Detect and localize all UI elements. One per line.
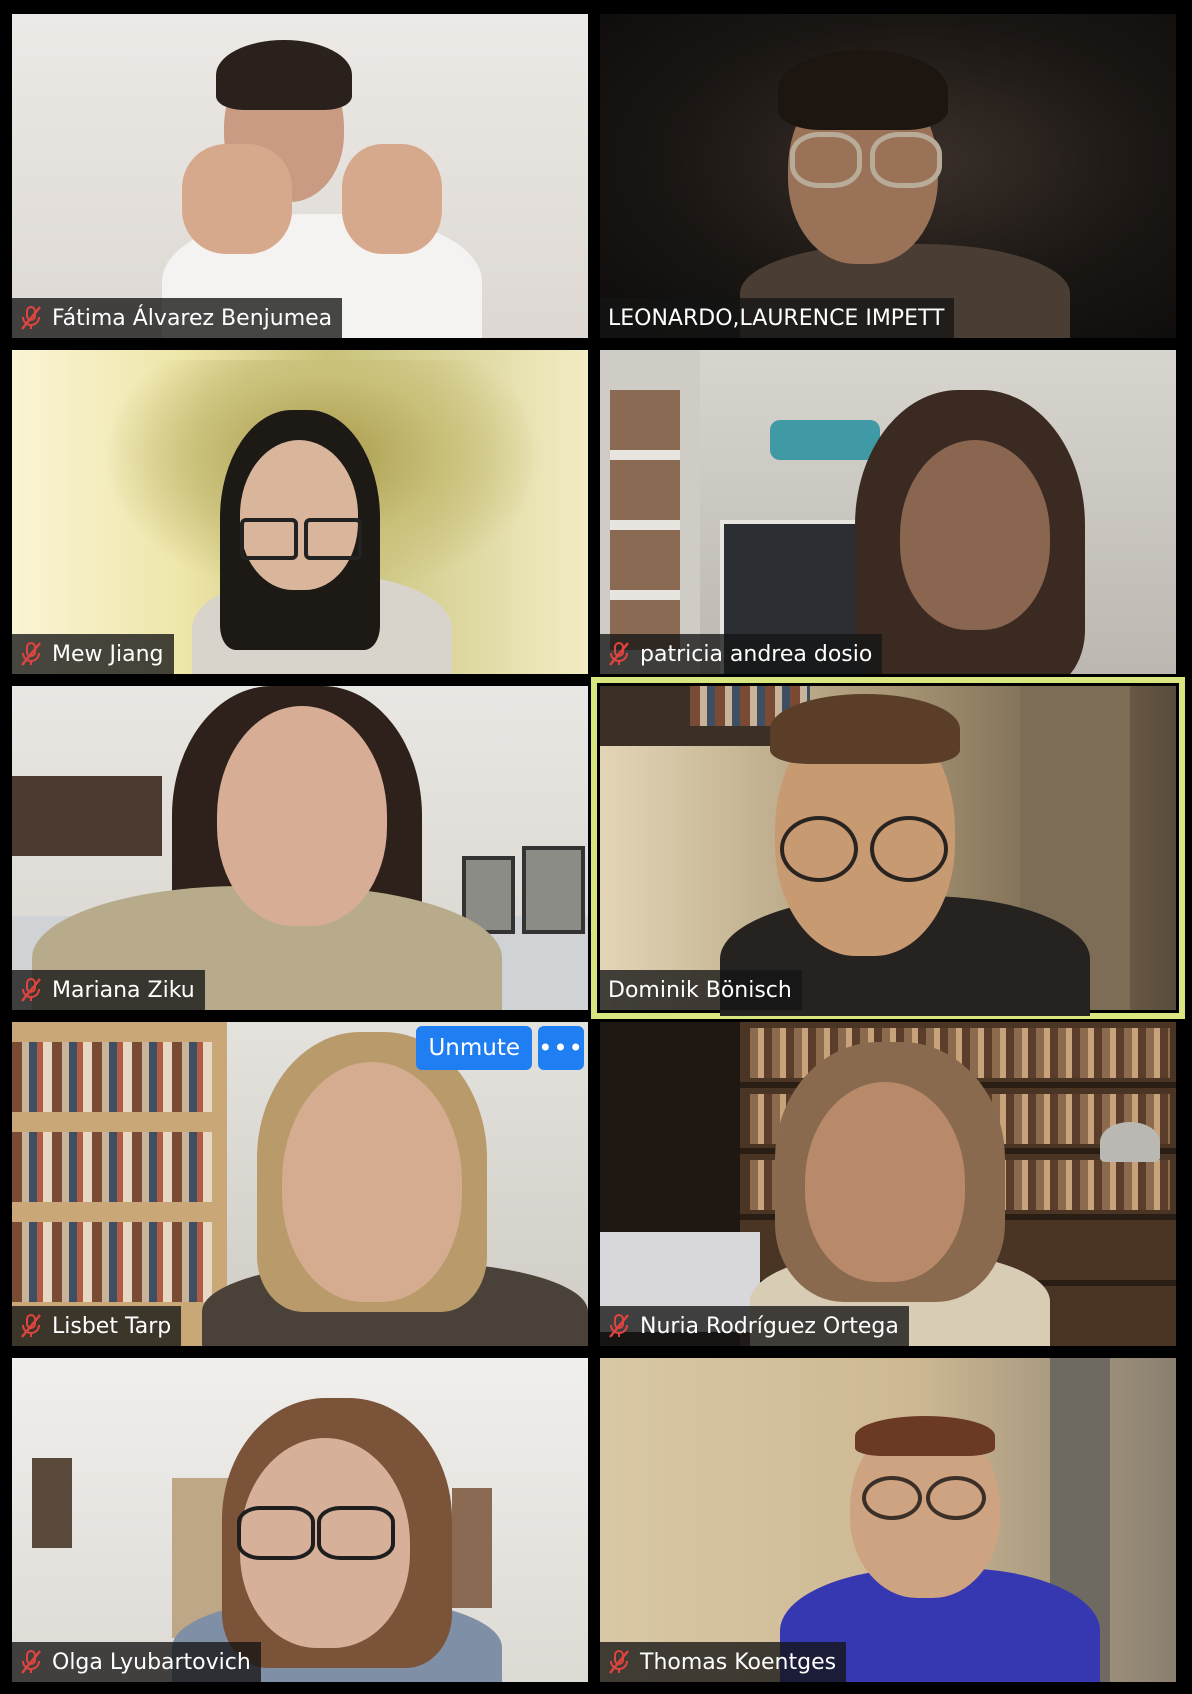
video-tile[interactable]: Nuria Rodríguez Ortega bbox=[600, 1022, 1176, 1346]
participant-name: LEONARDO,LAURENCE IMPETT bbox=[608, 305, 945, 331]
video-tile[interactable]: Thomas Koentges bbox=[600, 1358, 1176, 1682]
participant-nameplate: Lisbet Tarp bbox=[12, 1306, 182, 1346]
video-tile[interactable]: LEONARDO,LAURENCE IMPETT bbox=[600, 14, 1176, 338]
video-feed bbox=[600, 1022, 1176, 1346]
participant-name: Thomas Koentges bbox=[640, 1649, 837, 1675]
video-feed bbox=[12, 686, 588, 1010]
muted-mic-icon bbox=[609, 1650, 629, 1674]
video-tile[interactable]: Unmute ••• Lisbet Tarp bbox=[12, 1022, 588, 1346]
participant-name: Nuria Rodríguez Ortega bbox=[640, 1313, 899, 1339]
video-tile[interactable]: Mew Jiang bbox=[12, 350, 588, 674]
video-tile[interactable]: patricia andrea dosio bbox=[600, 350, 1176, 674]
participant-name: Olga Lyubartovich bbox=[52, 1649, 251, 1675]
video-tile-active-speaker[interactable]: Dominik Bönisch bbox=[591, 677, 1185, 1019]
video-feed bbox=[12, 1022, 588, 1346]
participant-nameplate: Thomas Koentges bbox=[600, 1642, 847, 1682]
video-tile[interactable]: Olga Lyubartovich bbox=[12, 1358, 588, 1682]
more-options-button[interactable]: ••• bbox=[538, 1026, 584, 1070]
video-feed bbox=[600, 686, 1176, 1016]
participant-nameplate: Dominik Bönisch bbox=[600, 970, 802, 1010]
video-tile[interactable]: Mariana Ziku bbox=[12, 686, 588, 1010]
participant-name: Mew Jiang bbox=[52, 641, 164, 667]
muted-mic-icon bbox=[21, 1314, 41, 1338]
video-gallery: Fátima Álvarez Benjumea LEONARDO,LAURENC… bbox=[0, 0, 1192, 1694]
unmute-button[interactable]: Unmute bbox=[416, 1026, 532, 1070]
muted-mic-icon bbox=[21, 1650, 41, 1674]
muted-mic-icon bbox=[21, 978, 41, 1002]
video-feed bbox=[600, 350, 1176, 674]
participant-nameplate: patricia andrea dosio bbox=[600, 634, 883, 674]
participant-nameplate: Olga Lyubartovich bbox=[12, 1642, 261, 1682]
muted-mic-icon bbox=[609, 642, 629, 666]
video-tile[interactable]: Fátima Álvarez Benjumea bbox=[12, 14, 588, 338]
participant-nameplate: LEONARDO,LAURENCE IMPETT bbox=[600, 298, 955, 338]
participant-nameplate: Nuria Rodríguez Ortega bbox=[600, 1306, 909, 1346]
participant-name: Fátima Álvarez Benjumea bbox=[52, 305, 333, 331]
video-feed bbox=[12, 1358, 588, 1682]
video-feed bbox=[12, 14, 588, 338]
participant-name: Mariana Ziku bbox=[52, 977, 195, 1003]
muted-mic-icon bbox=[21, 642, 41, 666]
participant-name: Dominik Bönisch bbox=[608, 977, 792, 1003]
muted-mic-icon bbox=[609, 1314, 629, 1338]
video-feed bbox=[600, 14, 1176, 338]
muted-mic-icon bbox=[21, 306, 41, 330]
participant-name: Lisbet Tarp bbox=[52, 1313, 172, 1339]
video-feed bbox=[12, 350, 588, 674]
participant-nameplate: Mariana Ziku bbox=[12, 970, 205, 1010]
participant-name: patricia andrea dosio bbox=[640, 641, 873, 667]
participant-nameplate: Mew Jiang bbox=[12, 634, 174, 674]
participant-nameplate: Fátima Álvarez Benjumea bbox=[12, 298, 343, 338]
video-feed bbox=[600, 1358, 1176, 1682]
